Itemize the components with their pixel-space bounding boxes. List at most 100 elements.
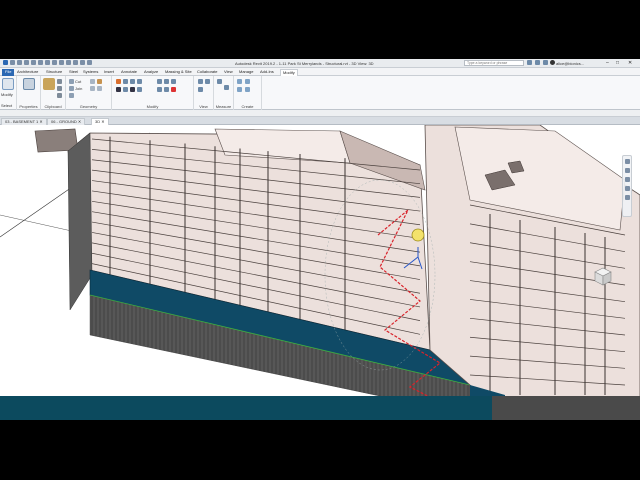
sync-icon[interactable]: [24, 60, 29, 65]
rotate-icon[interactable]: [130, 87, 135, 92]
paint-icon[interactable]: [97, 79, 102, 84]
section-icon[interactable]: [73, 60, 78, 65]
redo-icon[interactable]: [38, 60, 43, 65]
trim-icon[interactable]: [137, 87, 142, 92]
tab-collaborate[interactable]: Collaborate: [197, 69, 217, 76]
split-icon[interactable]: [157, 79, 162, 84]
view-tab-active[interactable]: 3D ✕: [91, 118, 109, 125]
view-cube-icon[interactable]: [591, 265, 615, 287]
building-model[interactable]: [0, 125, 640, 420]
zoom-extents-icon[interactable]: [625, 195, 630, 200]
close-hidden-icon[interactable]: [87, 60, 92, 65]
search-input[interactable]: Type a keyword or phrase: [464, 60, 524, 66]
properties-panel-label: Properties: [19, 104, 38, 109]
3d-viewport[interactable]: [0, 125, 640, 420]
thin-lines-icon[interactable]: [80, 60, 85, 65]
user-icon[interactable]: [550, 60, 555, 65]
measure-tool-icon[interactable]: [217, 79, 222, 84]
orbit-cursor-icon: [411, 228, 425, 242]
view-panel-label: View: [199, 104, 208, 109]
join-icon[interactable]: [69, 86, 74, 91]
title-bar: Autodesk Revit 2019.2 - 1-11 Park St Mer…: [0, 59, 640, 68]
cope-icon[interactable]: [69, 79, 74, 84]
panel-geometry: Cut Join Geometry: [66, 76, 112, 110]
pan-icon[interactable]: [625, 177, 630, 182]
modify-tool-icon[interactable]: [2, 78, 14, 90]
copy-element-icon[interactable]: [123, 87, 128, 92]
tab-architecture[interactable]: Architecture: [17, 69, 38, 76]
communication-icon[interactable]: [543, 60, 548, 65]
close-button[interactable]: ✕: [628, 60, 632, 66]
cut-label[interactable]: Cut: [75, 79, 81, 84]
tab-steel[interactable]: Steel: [69, 69, 78, 76]
print-icon[interactable]: [45, 60, 50, 65]
steering-wheel-icon[interactable]: [625, 159, 630, 164]
mirror-draw-icon[interactable]: [137, 79, 142, 84]
side-wall: [67, 132, 93, 311]
tab-insert[interactable]: Insert: [104, 69, 114, 76]
tab-view[interactable]: View: [224, 69, 233, 76]
view-tab[interactable]: 03 - BASEMENT 1 ✕: [1, 118, 47, 125]
override-graphics-icon[interactable]: [198, 79, 203, 84]
view-tab[interactable]: 06 - GROUND ✕: [47, 118, 86, 125]
create-parts-icon[interactable]: [245, 79, 250, 84]
properties-icon[interactable]: [23, 78, 35, 90]
app-menu-icon[interactable]: [3, 60, 8, 65]
mirror-axis-icon[interactable]: [130, 79, 135, 84]
join-label[interactable]: Join: [75, 86, 82, 91]
minimize-button[interactable]: –: [606, 60, 609, 66]
3d-view-icon[interactable]: [66, 60, 71, 65]
similar-icon[interactable]: [245, 87, 250, 92]
move-icon[interactable]: [116, 87, 121, 92]
hide-in-view-icon[interactable]: [205, 79, 210, 84]
panel-clipboard: Clipboard: [41, 76, 66, 110]
unpin-icon[interactable]: [164, 87, 169, 92]
view-tab-label: 03 - BASEMENT 1: [5, 119, 39, 124]
select-label[interactable]: Select: [1, 103, 12, 108]
tab-structure[interactable]: Structure: [46, 69, 62, 76]
maximize-button[interactable]: □: [616, 60, 619, 66]
remove-paint-icon[interactable]: [97, 86, 102, 91]
copy-icon[interactable]: [57, 86, 62, 91]
clipboard-panel-label: Clipboard: [44, 104, 62, 109]
open-icon[interactable]: [10, 60, 15, 65]
tab-massing-site[interactable]: Massing & Site: [165, 69, 192, 76]
user-name[interactable]: alice@bionics...: [556, 61, 584, 66]
ribbon-panel: Modify Select Properties Clipboard Cut J…: [0, 76, 640, 110]
scale-icon[interactable]: [171, 79, 176, 84]
modify-panel-label: Modify: [146, 104, 159, 109]
match-properties-icon[interactable]: [57, 93, 62, 98]
modify-button-label[interactable]: Modify: [1, 92, 13, 97]
orbit-icon[interactable]: [625, 186, 630, 191]
tab-add-ins[interactable]: Add-Ins: [260, 69, 274, 76]
text-icon[interactable]: [59, 60, 64, 65]
align-icon[interactable]: [116, 79, 121, 84]
tab-manage[interactable]: Manage: [239, 69, 253, 76]
tab-file[interactable]: File: [2, 69, 15, 76]
binoculars-icon[interactable]: [527, 60, 532, 65]
pin-icon[interactable]: [157, 87, 162, 92]
subscription-icon[interactable]: [535, 60, 540, 65]
array-icon[interactable]: [164, 79, 169, 84]
create-group-icon[interactable]: [237, 87, 242, 92]
measure-icon[interactable]: [52, 60, 57, 65]
zoom-icon[interactable]: [625, 168, 630, 173]
tab-modify[interactable]: Modify: [280, 69, 298, 76]
navigation-bar: [622, 155, 632, 217]
offset-icon[interactable]: [123, 79, 128, 84]
wall-joins-icon[interactable]: [90, 79, 95, 84]
demolish-icon[interactable]: [90, 86, 95, 91]
linework-icon[interactable]: [198, 87, 203, 92]
save-icon[interactable]: [17, 60, 22, 65]
split-face-icon[interactable]: [69, 93, 74, 98]
paste-icon[interactable]: [43, 78, 55, 90]
view-tab-label: 06 - GROUND: [51, 119, 77, 124]
tab-systems[interactable]: Systems: [83, 69, 98, 76]
tab-annotate[interactable]: Annotate: [121, 69, 137, 76]
dimension-icon[interactable]: [224, 85, 229, 90]
delete-icon[interactable]: [171, 87, 176, 92]
undo-icon[interactable]: [31, 60, 36, 65]
create-assembly-icon[interactable]: [237, 79, 242, 84]
tab-analyze[interactable]: Analyze: [144, 69, 158, 76]
cut-icon[interactable]: [57, 79, 62, 84]
